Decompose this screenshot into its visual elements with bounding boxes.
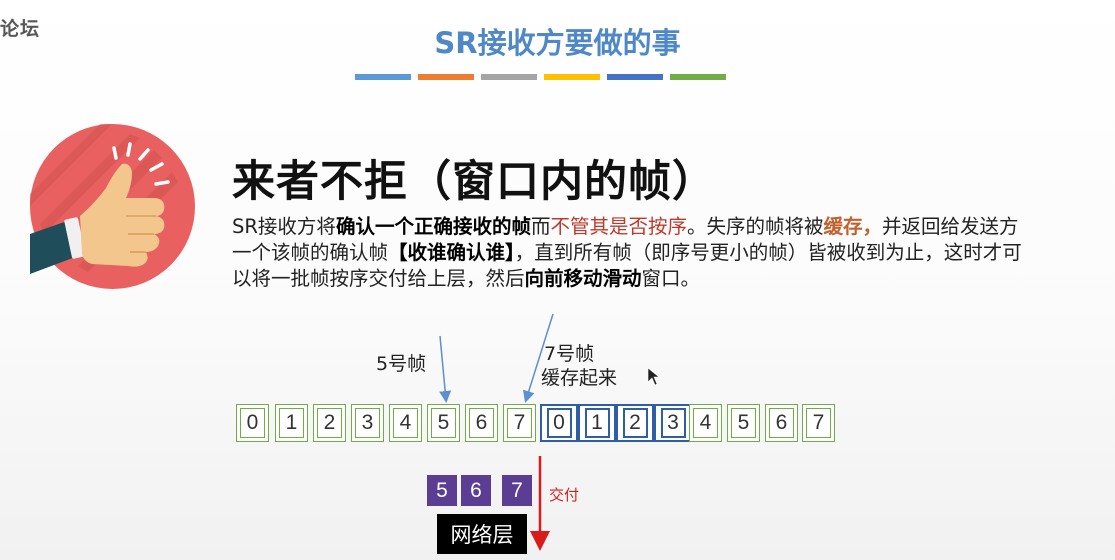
arrow-to-frame-7: [522, 313, 554, 403]
arrow-to-frame-5: [439, 335, 452, 403]
annotation-arrows: [439, 313, 660, 551]
mouse-cursor-icon: [647, 367, 660, 386]
